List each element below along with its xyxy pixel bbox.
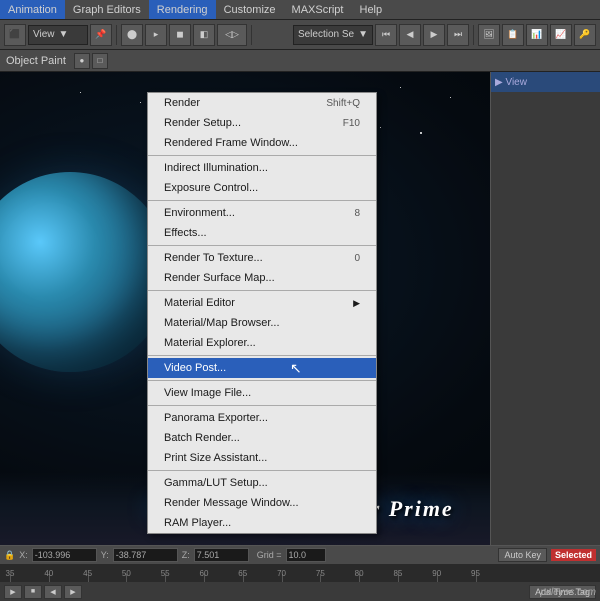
view-dropdown[interactable]: View ▼ — [28, 25, 88, 45]
toolbar-nav-1[interactable]: ⏮ — [375, 24, 397, 46]
menu-maxscript[interactable]: MAXScript — [284, 0, 352, 19]
toolbar-btn-img2[interactable]: 📋 — [502, 24, 524, 46]
ruler-label: 50 — [122, 569, 131, 578]
menu-item-indirect-illumination[interactable]: Indirect Illumination... — [148, 158, 376, 178]
menu-item-render-to-texture[interactable]: Render To Texture...0 — [148, 248, 376, 268]
timeline-ruler: 35 40 45 50 55 60 65 70 75 80 85 90 95 — [0, 564, 600, 582]
toolbar-btn-4[interactable]: ▸ — [145, 24, 167, 46]
menu-item-rendered-frame-window[interactable]: Rendered Frame Window... — [148, 133, 376, 153]
lock-area: 🔒 — [4, 550, 15, 561]
coord-x-input[interactable] — [32, 548, 97, 562]
coord-bar: 🔒 X: Y: Z: Grid = Auto Key Selected — [0, 546, 600, 564]
paint-icon-1[interactable]: ● — [74, 53, 90, 69]
object-paint-bar: Object Paint ● □ — [0, 50, 600, 72]
ruler-label: 60 — [200, 569, 209, 578]
menu-separator-sep4 — [148, 290, 376, 291]
menu-bar: Animation Graph Editors Rendering Custom… — [0, 0, 600, 20]
ruler-label: 40 — [44, 569, 53, 578]
menu-item-view-image-file[interactable]: View Image File... — [148, 383, 376, 403]
menu-separator-sep2 — [148, 200, 376, 201]
coord-y-label: Y: — [101, 550, 109, 560]
tl-prev-btn[interactable]: ◀ — [44, 585, 62, 599]
menu-item-render-surface-map[interactable]: Render Surface Map... — [148, 268, 376, 288]
coord-x-label: X: — [19, 550, 28, 560]
toolbar-btn-img1[interactable]: 🖼 — [478, 24, 500, 46]
menu-separator-sep3 — [148, 245, 376, 246]
toolbar-btn-img5[interactable]: 🔑 — [574, 24, 596, 46]
toolbar-sep-2 — [251, 25, 252, 45]
menu-item-panorama-exporter[interactable]: Panorama Exporter... — [148, 408, 376, 428]
tl-stop-btn[interactable]: ■ — [24, 585, 42, 599]
ruler-label: 90 — [432, 569, 441, 578]
paint-icon-2[interactable]: □ — [92, 53, 108, 69]
toolbar-btn-img4[interactable]: 📈 — [550, 24, 572, 46]
toolbar-sep-1 — [116, 25, 117, 45]
grid-label: Grid = — [257, 550, 282, 560]
coord-z-input[interactable] — [194, 548, 249, 562]
toolbar-nav-4[interactable]: ⏭ — [447, 24, 469, 46]
coord-z-label: Z: — [182, 550, 190, 560]
object-paint-label: Object Paint — [6, 55, 66, 67]
menu-customize[interactable]: Customize — [216, 0, 284, 19]
ruler-label: 80 — [355, 569, 364, 578]
grid-value-input[interactable] — [286, 548, 326, 562]
tl-next-btn[interactable]: ▶ — [64, 585, 82, 599]
menu-item-print-size-assistant[interactable]: Print Size Assistant... — [148, 448, 376, 468]
toolbar-btn-2[interactable]: 📌 — [90, 24, 112, 46]
menu-item-environment[interactable]: Environment...8 — [148, 203, 376, 223]
ruler-label: 65 — [238, 569, 247, 578]
lock-icon: 🔒 — [4, 550, 15, 561]
menu-separator-sep5 — [148, 355, 376, 356]
menu-separator-sep6 — [148, 380, 376, 381]
right-panel: ▶ View — [490, 72, 600, 552]
coord-y-input[interactable] — [113, 548, 178, 562]
toolbar: ⬛ View ▼ 📌 ⬤ ▸ ◼ ◧ ◁▷ Selection Se ▼ ⏮ ◀… — [0, 20, 600, 50]
toolbar-btn-1[interactable]: ⬛ — [4, 24, 26, 46]
menu-item-material-map-browser[interactable]: Material/Map Browser... — [148, 313, 376, 333]
tl-play-btn[interactable]: ▶ — [4, 585, 22, 599]
toolbar-nav-3[interactable]: ▶ — [423, 24, 445, 46]
menu-item-exposure-control[interactable]: Exposure Control... — [148, 178, 376, 198]
toolbar-btn-7[interactable]: ◁▷ — [217, 24, 247, 46]
main-area: The Planet Of Zentar Prime ▶ View Render… — [0, 72, 600, 552]
menu-item-render-setup[interactable]: Render Setup...F10 — [148, 113, 376, 133]
menu-item-effects[interactable]: Effects... — [148, 223, 376, 243]
menu-graph-editors[interactable]: Graph Editors — [65, 0, 149, 19]
menu-rendering[interactable]: Rendering — [149, 0, 216, 19]
toolbar-nav-2[interactable]: ◀ — [399, 24, 421, 46]
menu-item-batch-render[interactable]: Batch Render... — [148, 428, 376, 448]
ruler-label: 85 — [393, 569, 402, 578]
menu-item-render-message-window[interactable]: Render Message Window... — [148, 493, 376, 513]
menu-separator-sep7 — [148, 405, 376, 406]
toolbar-btn-3[interactable]: ⬤ — [121, 24, 143, 46]
timeline: 🔒 X: Y: Z: Grid = Auto Key Selected 35 40… — [0, 545, 600, 600]
menu-item-gamma-lut-setup[interactable]: Gamma/LUT Setup... — [148, 473, 376, 493]
menu-separator-sep8 — [148, 470, 376, 471]
menu-item-ram-player[interactable]: RAM Player... — [148, 513, 376, 533]
ruler-label: 75 — [316, 569, 325, 578]
menu-help[interactable]: Help — [352, 0, 391, 19]
rendering-dropdown-menu: RenderShift+QRender Setup...F10Rendered … — [147, 92, 377, 534]
ruler-label: 35 — [6, 569, 15, 578]
ruler-label: 45 — [83, 569, 92, 578]
menu-item-render[interactable]: RenderShift+Q — [148, 93, 376, 113]
toolbar-btn-img3[interactable]: 📊 — [526, 24, 548, 46]
watermark: pxleyes.com — [540, 587, 596, 598]
toolbar-btn-5[interactable]: ◼ — [169, 24, 191, 46]
menu-separator-sep1 — [148, 155, 376, 156]
timeline-controls: ▶ ■ ◀ ▶ Add Time Tag — [0, 582, 600, 601]
ruler-label: 70 — [277, 569, 286, 578]
menu-item-material-editor[interactable]: Material Editor▶ — [148, 293, 376, 313]
selection-dropdown[interactable]: Selection Se ▼ — [293, 25, 373, 45]
toolbar-sep-3 — [473, 25, 474, 45]
menu-animation[interactable]: Animation — [0, 0, 65, 19]
auto-key-button[interactable]: Auto Key — [498, 548, 547, 562]
ruler-label: 55 — [161, 569, 170, 578]
right-panel-header: ▶ View — [491, 72, 600, 92]
menu-item-video-post[interactable]: Video Post... — [148, 358, 376, 378]
selected-badge: Selected — [551, 549, 596, 561]
menu-item-material-explorer[interactable]: Material Explorer... — [148, 333, 376, 353]
ruler-label: 95 — [471, 569, 480, 578]
toolbar-btn-6[interactable]: ◧ — [193, 24, 215, 46]
